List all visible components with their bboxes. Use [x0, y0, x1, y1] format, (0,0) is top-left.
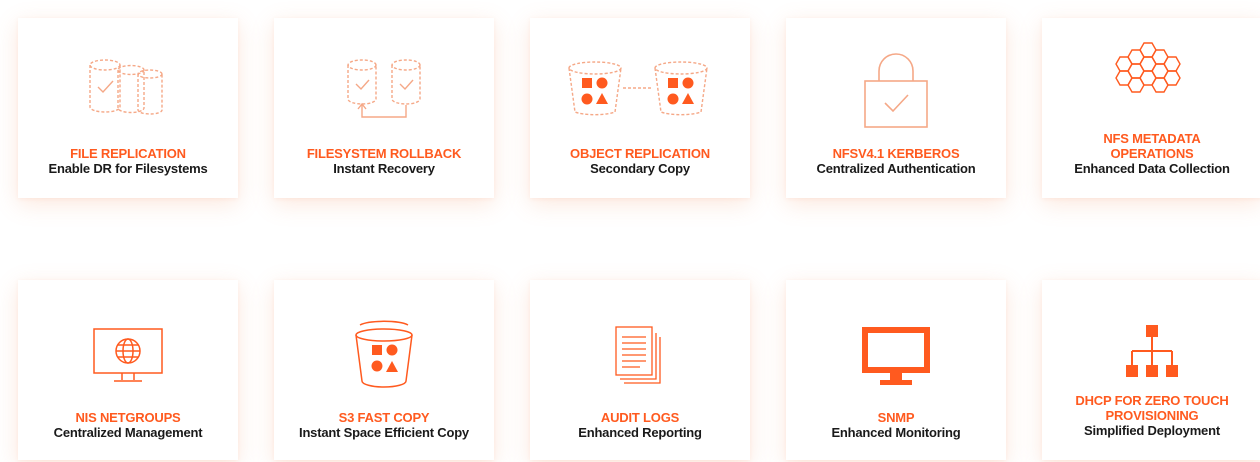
feature-title: OBJECT REPLICATION [570, 146, 710, 161]
feature-subtitle: Secondary Copy [590, 161, 690, 176]
feature-subtitle: Centralized Authentication [816, 161, 976, 176]
feature-card-s3-fast-copy: S3 FAST COPY Instant Space Efficient Cop… [274, 280, 494, 460]
feature-title: NIS NETGROUPS [75, 410, 181, 425]
feature-subtitle: Instant Recovery [333, 161, 435, 176]
document-stack-icon [530, 320, 750, 390]
feature-title: FILE REPLICATION [70, 146, 186, 161]
feature-title: NFS METADATA OPERATIONS [1103, 131, 1201, 161]
filesystem-rollback-icon [274, 56, 494, 126]
hexagon-cluster-icon [1042, 40, 1260, 110]
feature-card-snmp: SNMP Enhanced Monitoring [786, 280, 1006, 460]
feature-card-nis-netgroups: NIS NETGROUPS Centralized Management [18, 280, 238, 460]
bucket-shapes-icon [274, 318, 494, 388]
object-replication-icon [530, 56, 750, 126]
feature-title: S3 FAST COPY [338, 410, 430, 425]
feature-title: SNMP [877, 410, 915, 425]
feature-card-object-replication: OBJECT REPLICATION Secondary Copy [530, 18, 750, 198]
feature-title: NFSV4.1 KERBEROS [832, 146, 960, 161]
network-tree-icon [1042, 318, 1260, 388]
monitor-icon [786, 320, 1006, 390]
feature-card-audit-logs: AUDIT LOGS Enhanced Reporting [530, 280, 750, 460]
feature-subtitle: Enhanced Data Collection [1074, 161, 1230, 176]
feature-card-nfsv4-kerberos: NFSV4.1 KERBEROS Centralized Authenticat… [786, 18, 1006, 198]
feature-subtitle: Centralized Management [53, 425, 203, 440]
feature-subtitle: Simplified Deployment [1084, 423, 1220, 438]
feature-subtitle: Enhanced Reporting [578, 425, 702, 440]
lock-icon [786, 53, 1006, 128]
file-replication-icon [18, 56, 238, 126]
feature-subtitle: Instant Space Efficient Copy [299, 425, 469, 440]
globe-monitor-icon [18, 320, 238, 390]
feature-title: DHCP FOR ZERO TOUCH PROVISIONING [1075, 393, 1229, 423]
feature-card-nfs-metadata: NFS METADATA OPERATIONS Enhanced Data Co… [1042, 18, 1260, 198]
feature-card-file-replication: FILE REPLICATION Enable DR for Filesyste… [18, 18, 238, 198]
feature-title: AUDIT LOGS [600, 410, 680, 425]
feature-card-dhcp-zero-touch: DHCP FOR ZERO TOUCH PROVISIONING Simplif… [1042, 280, 1260, 460]
feature-title: FILESYSTEM ROLLBACK [306, 146, 462, 161]
feature-subtitle: Enable DR for Filesystems [48, 161, 208, 176]
feature-card-filesystem-rollback: FILESYSTEM ROLLBACK Instant Recovery [274, 18, 494, 198]
feature-subtitle: Enhanced Monitoring [831, 425, 961, 440]
